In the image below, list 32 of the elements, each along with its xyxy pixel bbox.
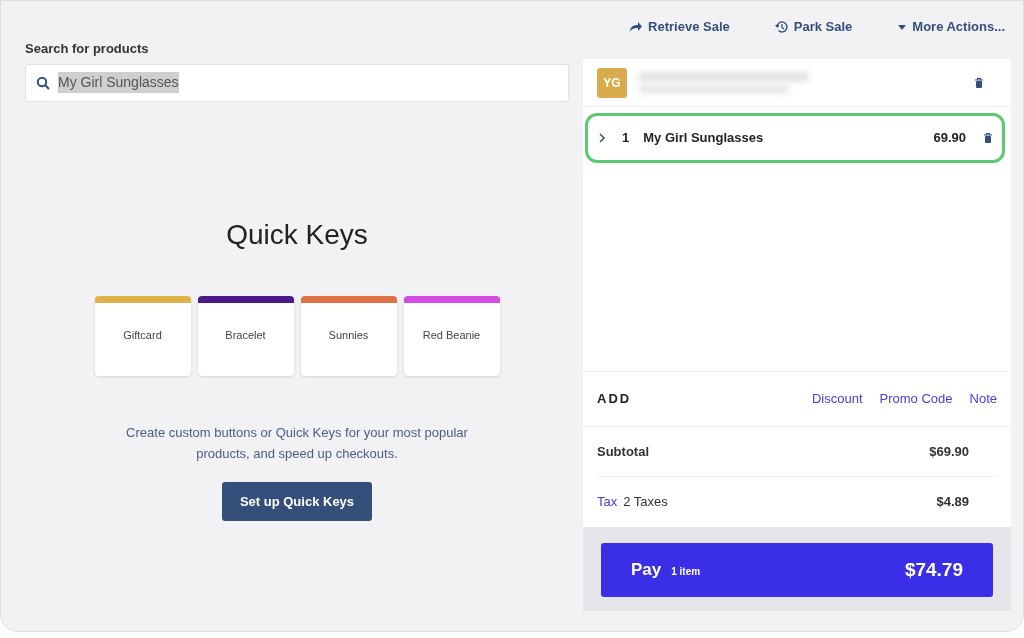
clock-history-icon (773, 19, 790, 34)
customer-avatar: YG (597, 67, 627, 98)
subtotal-amount: $69.90 (929, 442, 969, 461)
tax-amount: $4.89 (936, 493, 969, 512)
chevron-right-icon (598, 133, 606, 143)
item-price: 69.90 (933, 129, 966, 148)
park-sale-button[interactable]: Park Sale (773, 17, 853, 37)
more-actions-button[interactable]: More Actions... (896, 17, 1005, 37)
pay-button[interactable]: Pay 1 item $74.79 (601, 543, 993, 597)
search-icon (36, 75, 50, 90)
search-label: Search for products (25, 40, 150, 58)
line-item-row[interactable]: 1 My Girl Sunglasses 69.90 (585, 113, 1005, 163)
trash-icon[interactable] (982, 132, 994, 144)
quick-key[interactable]: Red Beanie (403, 295, 500, 376)
tax-link[interactable]: Tax (597, 492, 618, 512)
quick-key[interactable]: Sunnies (300, 295, 397, 376)
retrieve-sale-button[interactable]: Retrieve Sale (628, 17, 730, 37)
add-link[interactable]: Promo Code (879, 389, 953, 409)
search-field[interactable]: My Girl Sunglasses (25, 63, 569, 102)
add-label: ADD (597, 390, 632, 409)
quick-key[interactable]: Bracelet (197, 295, 294, 376)
add-link[interactable]: Note (969, 389, 997, 409)
trash-icon[interactable] (973, 76, 985, 89)
item-name: My Girl Sunglasses (643, 129, 764, 148)
quick-key[interactable]: Giftcard (94, 295, 191, 376)
item-quantity: 1 (622, 129, 630, 148)
description-text: Create custom buttons or Quick Keys for your most popular products, and speed up checkouts. (125, 423, 469, 463)
section-title: Quick Keys (225, 217, 369, 252)
add-link[interactable]: Discount (811, 389, 863, 409)
setup-quick-keys-button[interactable]: Set up Quick Keys (221, 481, 373, 521)
subtotal-label: Subtotal (597, 442, 649, 461)
tax-detail: 2 Taxes (623, 493, 668, 512)
